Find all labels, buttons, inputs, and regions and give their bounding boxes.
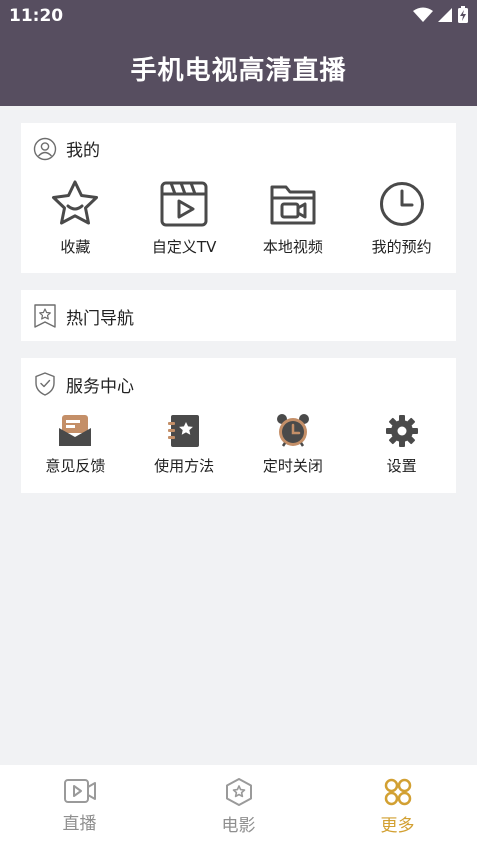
my-reservations-button[interactable]: 我的预约 — [347, 179, 456, 257]
manual-label: 使用方法 — [154, 457, 215, 475]
mine-card: 我的 收藏 自定义TV 本地视频 我的预约 — [21, 123, 456, 273]
service-card-title: 服务中心 — [66, 376, 134, 397]
mine-card-header: 我的 — [33, 136, 100, 161]
status-time: 11:20 — [9, 6, 64, 26]
feedback-button[interactable]: 意见反馈 — [21, 413, 130, 476]
service-card: 服务中心 意见反馈 使用方法 定时关闭 设置 — [21, 358, 456, 493]
tab-more-label: 更多 — [380, 816, 415, 836]
favorites-button[interactable]: 收藏 — [21, 179, 130, 257]
hot-nav-header: 热门导航 — [33, 303, 134, 329]
app-title: 手机电视高清直播 — [130, 56, 347, 86]
alarm-clock-icon — [276, 414, 309, 447]
user-icon — [33, 137, 57, 160]
tab-live-label: 直播 — [62, 814, 97, 834]
custom-tv-button[interactable]: 自定义TV — [130, 179, 239, 257]
service-card-header: 服务中心 — [33, 371, 134, 397]
hot-nav-title: 热门导航 — [66, 308, 134, 329]
tab-live[interactable]: 直播 — [0, 765, 159, 849]
favorites-label: 收藏 — [60, 238, 91, 256]
signal-icon — [438, 8, 452, 22]
mine-card-title: 我的 — [66, 141, 100, 161]
local-video-button[interactable]: 本地视频 — [239, 179, 348, 257]
wifi-icon — [413, 7, 433, 22]
custom-tv-label: 自定义TV — [151, 238, 217, 256]
tab-movies-label: 电影 — [221, 816, 256, 836]
hot-nav-card[interactable]: 热门导航 — [21, 290, 456, 341]
mine-grid: 收藏 自定义TV 本地视频 我的预约 — [21, 179, 456, 257]
shield-check-icon — [35, 372, 55, 396]
bookmark-star-icon — [34, 304, 56, 328]
movie-hexagon-icon — [225, 778, 252, 806]
sleep-timer-label: 定时关闭 — [262, 457, 323, 475]
clock-icon — [379, 182, 424, 226]
tab-more[interactable]: 更多 — [318, 765, 477, 849]
more-grid-icon — [384, 778, 411, 806]
sleep-timer-button[interactable]: 定时关闭 — [239, 413, 348, 476]
app-header: 11:20 手机电视高清直播 — [0, 0, 477, 106]
feedback-label: 意见反馈 — [45, 457, 106, 475]
video-camera-icon — [63, 779, 96, 803]
service-grid: 意见反馈 使用方法 定时关闭 设置 — [21, 413, 456, 476]
status-icons — [413, 6, 469, 24]
manual-icon — [168, 415, 200, 447]
feedback-icon — [59, 415, 92, 446]
folder-video-icon — [270, 185, 316, 225]
star-icon — [52, 180, 99, 225]
local-video-label: 本地视频 — [262, 238, 323, 256]
clapperboard-icon — [160, 181, 208, 227]
manual-button[interactable]: 使用方法 — [130, 413, 239, 476]
status-bar: 11:20 — [0, 0, 477, 32]
gear-icon — [385, 415, 418, 447]
battery-icon — [458, 6, 468, 23]
settings-label: 设置 — [386, 457, 417, 475]
bottom-tab-bar: 直播 电影 更多 — [0, 765, 477, 849]
my-reservations-label: 我的预约 — [371, 238, 432, 256]
tab-movies[interactable]: 电影 — [159, 765, 318, 849]
settings-button[interactable]: 设置 — [347, 413, 456, 476]
